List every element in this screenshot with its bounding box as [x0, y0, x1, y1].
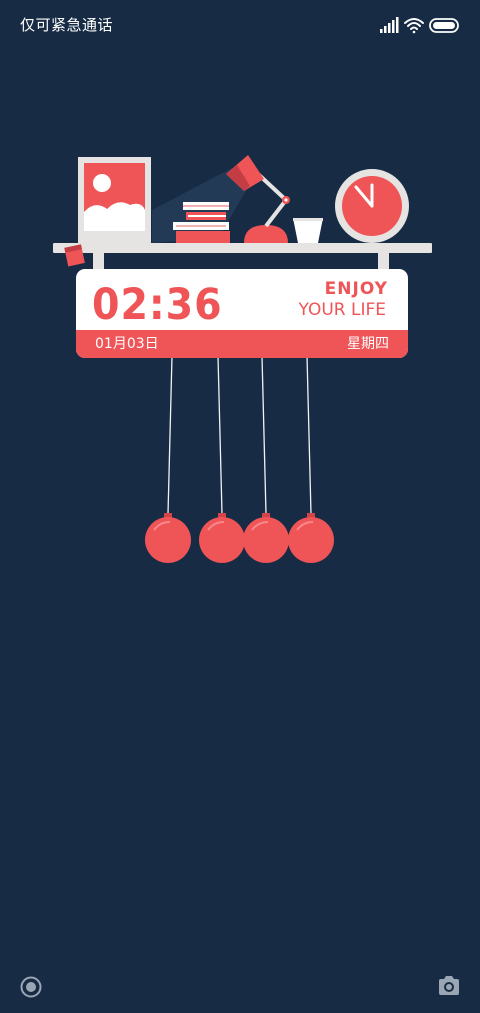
cradle-balls [145, 513, 334, 563]
clock-card: 02:36 ENJOY YOUR LIFE 01月03日 星期四 [76, 269, 408, 358]
tagline-your-life: YOUR LIFE [298, 300, 387, 320]
date-text: 01月03日 [95, 336, 159, 352]
cradle-ball [288, 513, 334, 563]
cup-icon [293, 218, 323, 243]
record-icon[interactable] [20, 976, 42, 998]
shelf [53, 243, 432, 270]
lock-screen: 仅可紧急通话 02:36 ENJOY YOUR LIFE 01月03日 星期四 [0, 0, 480, 1013]
clock-time: 02:36 [92, 280, 223, 330]
cradle-ball [199, 513, 245, 563]
tagline-enjoy: ENJOY [324, 279, 388, 299]
wall-clock-icon [335, 169, 409, 243]
cradle-strings [167, 355, 312, 515]
date-band: 01月03日 星期四 [76, 330, 408, 358]
camera-icon[interactable] [437, 975, 461, 997]
picture-frame-icon [78, 157, 151, 243]
weekday-text: 星期四 [347, 336, 389, 352]
cradle-ball [243, 513, 289, 563]
cradle-ball [145, 513, 191, 563]
